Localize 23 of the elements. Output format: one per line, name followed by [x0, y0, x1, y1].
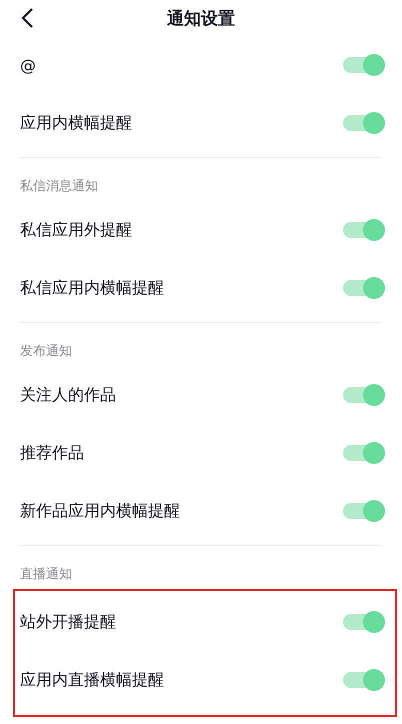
setting-label: 新作品应用内横幅提醒	[20, 500, 180, 522]
toggle-switch[interactable]	[343, 383, 385, 407]
toggle-switch[interactable]	[343, 668, 385, 692]
setting-label: 站外开播提醒	[20, 612, 116, 632]
page-title: 通知设置	[167, 8, 235, 30]
toggle-switch[interactable]	[343, 276, 385, 300]
setting-label: 应用内横幅提醒	[20, 112, 132, 134]
section-title: 私信消息通知	[20, 178, 98, 195]
toggle-switch[interactable]	[343, 53, 385, 77]
setting-label: 关注人的作品	[20, 384, 116, 406]
setting-label: @	[20, 56, 36, 74]
toggle-switch[interactable]	[343, 111, 385, 135]
section-title: 直播通知	[20, 566, 72, 583]
back-icon[interactable]	[20, 7, 34, 29]
toggle-switch[interactable]	[343, 499, 385, 523]
setting-label: 应用内直播横幅提醒	[20, 670, 164, 690]
toggle-switch[interactable]	[343, 610, 385, 634]
section-title: 发布通知	[20, 343, 72, 360]
setting-label: 私信应用内横幅提醒	[20, 278, 164, 298]
setting-label: 私信应用外提醒	[20, 220, 132, 240]
setting-label: 推荐作品	[20, 442, 84, 464]
toggle-switch[interactable]	[343, 218, 385, 242]
toggle-switch[interactable]	[343, 441, 385, 465]
